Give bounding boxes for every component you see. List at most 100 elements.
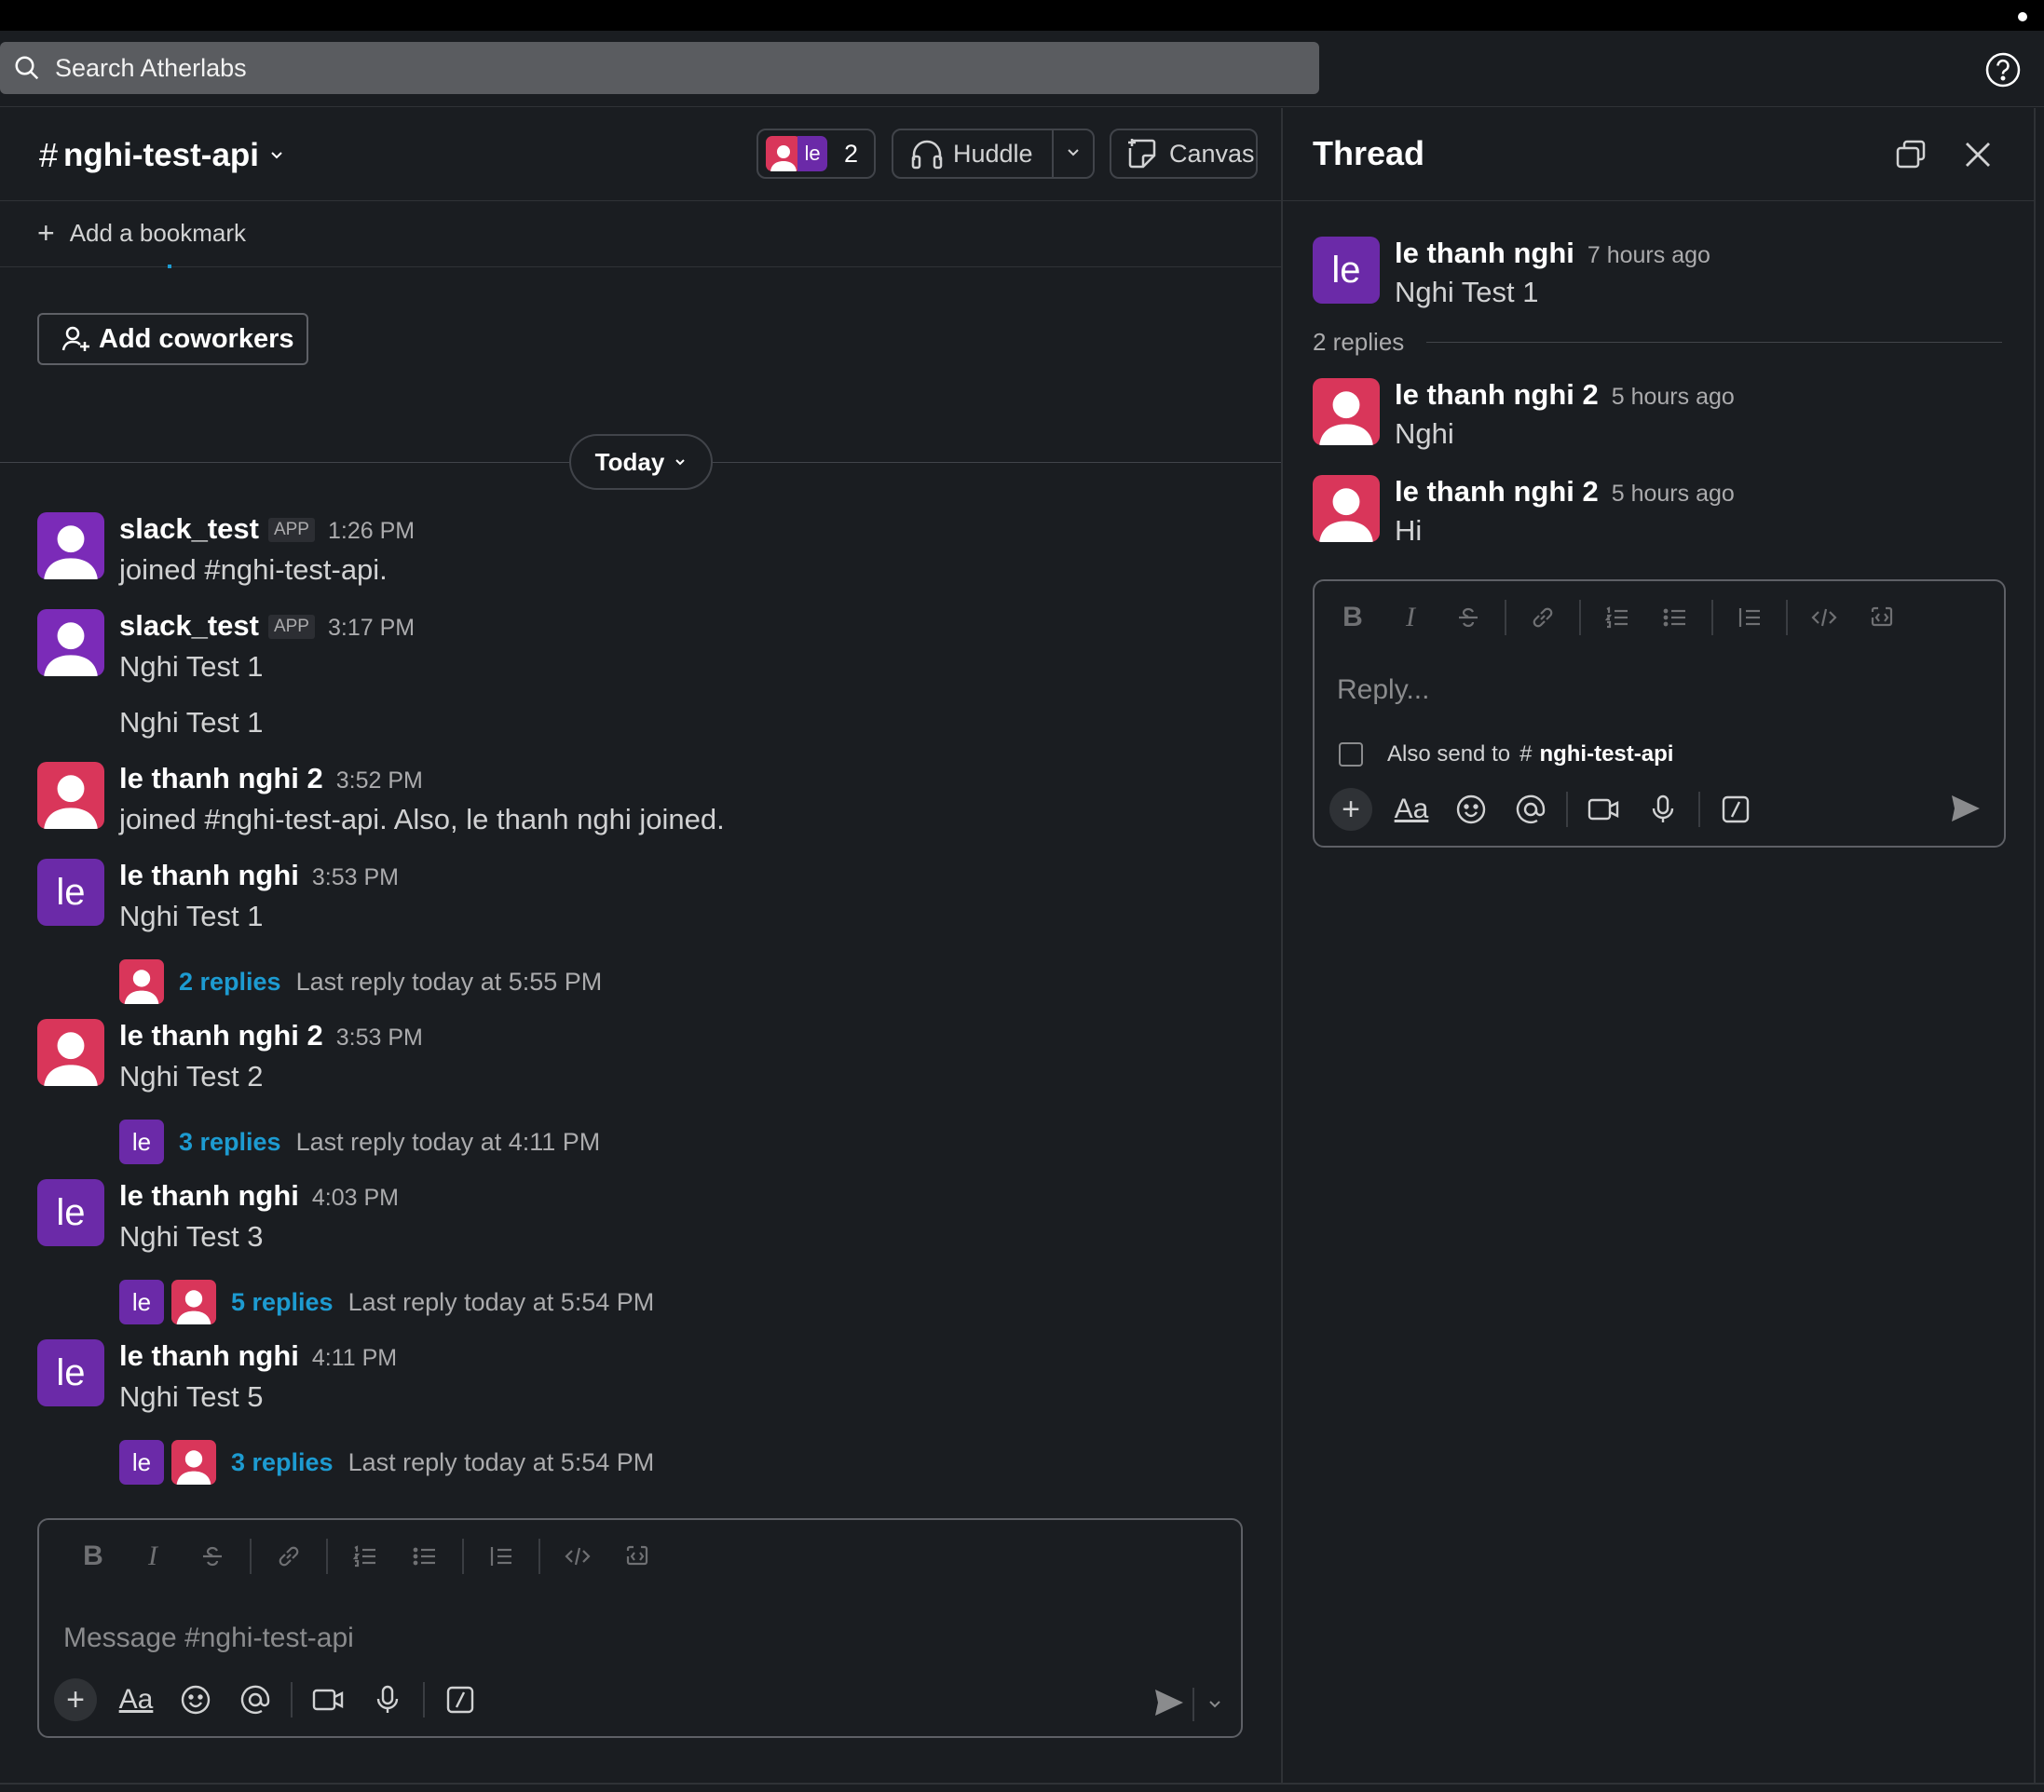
avatar[interactable] [37, 512, 104, 579]
thread-replies-link[interactable]: 2 replies Last reply today at 5:55 PM [119, 959, 602, 1004]
timestamp[interactable]: 1:26 PM [328, 518, 415, 545]
username[interactable]: le thanh nghi 2 [119, 1019, 323, 1052]
emoji-button[interactable] [166, 1684, 225, 1716]
members-button[interactable]: le 2 [756, 129, 876, 179]
strikethrough-icon [1459, 607, 1478, 628]
attach-button[interactable]: + [54, 1678, 97, 1721]
chevron-down-icon[interactable] [1207, 1697, 1222, 1712]
avatar[interactable]: le [37, 1179, 104, 1246]
avatar[interactable]: le [37, 1339, 104, 1406]
message-meta: le thanh nghi 2 5 hours ago [1395, 475, 1735, 509]
username[interactable]: le thanh nghi [119, 1179, 299, 1213]
timestamp[interactable]: 3:17 PM [328, 615, 415, 642]
timestamp[interactable]: 4:03 PM [312, 1185, 399, 1212]
bullet-list-button[interactable] [395, 1543, 455, 1569]
code-block-button[interactable] [1853, 604, 1911, 631]
timestamp[interactable]: 3:53 PM [312, 864, 399, 891]
link-button[interactable] [1514, 604, 1572, 631]
reply-count[interactable]: 2 replies [179, 968, 281, 997]
attach-button[interactable]: + [1329, 788, 1372, 831]
huddle-button[interactable]: Huddle [892, 129, 1095, 179]
username[interactable]: le thanh nghi [1395, 237, 1574, 270]
date-divider-button[interactable]: Today [569, 434, 713, 490]
code-button[interactable] [1795, 604, 1853, 631]
message-composer[interactable]: B I Message #nghi-test-api + Aa [37, 1518, 1243, 1738]
emoji-button[interactable] [1441, 794, 1501, 825]
avatar[interactable] [37, 609, 104, 676]
username[interactable]: slack_test [119, 609, 259, 643]
bold-button[interactable]: B [1324, 602, 1382, 633]
composer-actions: + Aa [54, 1678, 490, 1721]
chevron-down-icon[interactable] [1065, 144, 1082, 161]
avatar[interactable] [37, 1019, 104, 1086]
close-icon[interactable] [1961, 138, 1995, 171]
timestamp[interactable]: 5 hours ago [1612, 384, 1735, 411]
italic-button[interactable]: I [1382, 602, 1439, 633]
username[interactable]: le thanh nghi 2 [119, 762, 323, 795]
message-meta: le thanh nghi 2 3:52 PM [119, 762, 423, 795]
timestamp[interactable]: 3:52 PM [336, 767, 423, 794]
shortcut-button[interactable] [430, 1685, 490, 1715]
video-button[interactable] [298, 1686, 358, 1714]
code-button[interactable] [548, 1543, 607, 1569]
ordered-list-button[interactable] [335, 1543, 395, 1569]
reply-composer[interactable]: B I Reply... Also send to # nghi-test-ap… [1313, 579, 2006, 848]
video-button[interactable] [1574, 795, 1633, 823]
add-bookmark-button[interactable]: + Add a bookmark [37, 216, 246, 251]
ordered-list-button[interactable] [1588, 604, 1646, 631]
also-send-option[interactable]: Also send to # nghi-test-api [1339, 741, 1673, 767]
send-icon[interactable] [1153, 1688, 1185, 1717]
audio-button[interactable] [1633, 794, 1693, 825]
italic-button[interactable]: I [123, 1541, 183, 1572]
avatar[interactable]: le [37, 859, 104, 926]
username[interactable]: le thanh nghi [119, 1339, 299, 1373]
send-icon[interactable] [1950, 794, 1982, 823]
timestamp[interactable]: 5 hours ago [1612, 481, 1735, 508]
window-bottom-border [0, 1783, 2044, 1792]
plus-icon: + [37, 216, 55, 250]
message-input[interactable]: Message #nghi-test-api [63, 1622, 354, 1654]
username[interactable]: le thanh nghi 2 [1395, 378, 1599, 412]
bullet-list-button[interactable] [1646, 604, 1704, 631]
microphone-icon [1652, 794, 1674, 822]
audio-button[interactable] [358, 1684, 417, 1716]
channel-name-button[interactable]: # nghi-test-api [39, 136, 285, 175]
avatar[interactable]: le [1313, 237, 1380, 304]
reply-input[interactable]: Reply... [1337, 674, 1429, 706]
also-send-channel: nghi-test-api [1539, 741, 1674, 767]
reply-count[interactable]: 3 replies [231, 1448, 334, 1477]
add-coworkers-button[interactable]: Add coworkers [37, 313, 308, 365]
mention-button[interactable] [225, 1684, 285, 1716]
timestamp[interactable]: 4:11 PM [312, 1345, 397, 1372]
pop-out-icon[interactable] [1894, 138, 1928, 171]
strikethrough-button[interactable] [1439, 605, 1497, 630]
search-bar[interactable]: Search Atherlabs [0, 42, 1319, 94]
avatar[interactable] [1313, 475, 1380, 542]
username[interactable]: le thanh nghi 2 [1395, 475, 1599, 509]
avatar[interactable] [1313, 378, 1380, 445]
shortcut-button[interactable] [1706, 794, 1765, 824]
formatting-toggle[interactable]: Aa [106, 1684, 166, 1716]
blockquote-button[interactable] [1721, 604, 1778, 631]
also-send-checkbox[interactable] [1339, 742, 1363, 767]
username[interactable]: slack_test [119, 512, 259, 546]
reply-count[interactable]: 5 replies [231, 1288, 334, 1317]
thread-replies-link[interactable]: le 3 replies Last reply today at 4:11 PM [119, 1120, 600, 1164]
canvas-button[interactable]: Canvas [1110, 129, 1258, 179]
mention-button[interactable] [1501, 794, 1560, 825]
reply-avatar: le [119, 1440, 164, 1485]
help-icon[interactable] [1984, 51, 2022, 88]
timestamp[interactable]: 3:53 PM [336, 1025, 423, 1052]
strikethrough-button[interactable] [183, 1544, 242, 1568]
bold-button[interactable]: B [63, 1541, 123, 1572]
code-block-button[interactable] [607, 1543, 667, 1569]
thread-replies-link[interactable]: le 5 replies Last reply today at 5:54 PM [119, 1280, 654, 1324]
blockquote-button[interactable] [471, 1543, 531, 1569]
timestamp[interactable]: 7 hours ago [1588, 242, 1710, 269]
thread-replies-link[interactable]: le 3 replies Last reply today at 5:54 PM [119, 1440, 654, 1485]
avatar[interactable] [37, 762, 104, 829]
username[interactable]: le thanh nghi [119, 859, 299, 892]
reply-count[interactable]: 3 replies [179, 1128, 281, 1157]
link-button[interactable] [259, 1543, 319, 1569]
formatting-toggle[interactable]: Aa [1382, 794, 1441, 825]
